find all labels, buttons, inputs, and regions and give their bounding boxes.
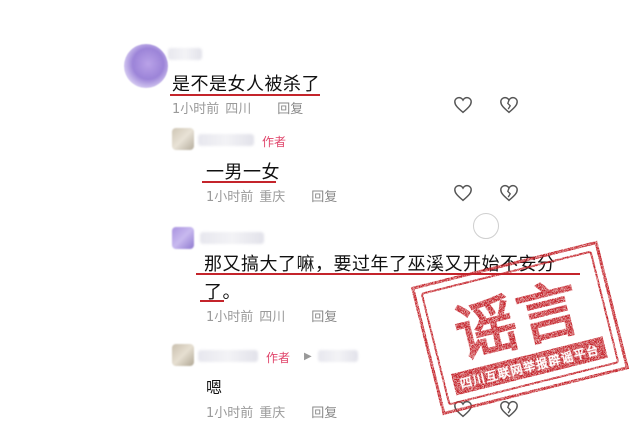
username-blurred[interactable] (200, 232, 264, 244)
like-heart-icon[interactable] (453, 184, 473, 202)
avatar[interactable] (172, 128, 194, 150)
comment-location: 四川 (259, 310, 286, 325)
username-blurred[interactable] (168, 48, 202, 60)
comment-meta: 1小时前 四川 回复 (206, 306, 337, 325)
reply-button[interactable]: 回复 (277, 102, 303, 117)
username-blurred[interactable] (198, 350, 258, 362)
reply-button[interactable]: 回复 (311, 310, 337, 325)
comment-text: 嗯 (206, 378, 223, 397)
highlight-underline (170, 94, 320, 96)
comment-meta: 1小时前 四川 回复 (172, 98, 303, 117)
broken-heart-icon[interactable] (499, 96, 519, 114)
reply-arrow-icon: ▶ (304, 351, 312, 362)
username-blurred[interactable] (318, 350, 358, 362)
comment-location: 四川 (225, 102, 252, 117)
broken-heart-icon[interactable] (499, 184, 519, 202)
like-heart-icon[interactable] (453, 96, 473, 114)
avatar[interactable] (124, 44, 168, 88)
avatar[interactable] (172, 344, 194, 366)
author-tag: 作者 (262, 135, 287, 149)
comment-time: 1小时前 (172, 102, 220, 117)
comment-location: 重庆 (259, 190, 286, 205)
avatar[interactable] (172, 227, 194, 249)
reply-button[interactable]: 回复 (311, 190, 337, 205)
comment-meta: 1小时前 重庆 回复 (206, 186, 337, 205)
comment-time: 1小时前 (206, 190, 254, 205)
loading-circle-icon (473, 213, 499, 239)
comment-time: 1小时前 (206, 406, 254, 421)
highlight-underline (200, 300, 224, 302)
comment-location: 重庆 (259, 406, 286, 421)
author-tag: 作者 (266, 351, 291, 365)
reply-button[interactable]: 回复 (311, 406, 337, 421)
comment-time: 1小时前 (206, 310, 254, 325)
comment-meta: 1小时前 重庆 回复 (206, 402, 337, 421)
username-blurred[interactable] (198, 134, 254, 146)
comment-text: 是不是女人被杀了 (172, 74, 320, 95)
highlight-underline (202, 181, 276, 183)
